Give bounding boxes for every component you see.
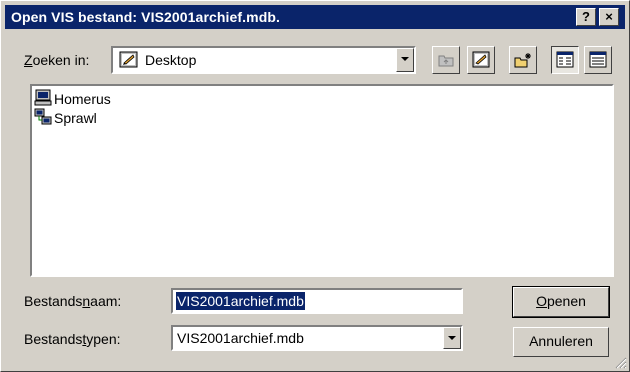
window-title: Open VIS bestand: VIS2001archief.mdb. <box>11 9 281 25</box>
title-bar[interactable]: Open VIS bestand: VIS2001archief.mdb. ? … <box>5 5 625 29</box>
details-view-button[interactable] <box>584 46 612 74</box>
details-view-icon <box>589 51 607 68</box>
desktop-button[interactable] <box>467 46 495 74</box>
file-type-dropdown[interactable]: VIS2001archief.mdb <box>171 325 463 351</box>
new-folder-button[interactable] <box>509 46 537 74</box>
file-name-value: VIS2001archief.mdb <box>176 292 305 310</box>
file-type-label: Bestandstypen: <box>24 331 121 347</box>
list-item[interactable]: Sprawl <box>34 108 97 129</box>
list-view-button[interactable] <box>551 46 579 74</box>
network-neighborhood-icon <box>34 108 52 129</box>
computer-icon <box>34 89 52 110</box>
list-item-label: Homerus <box>54 91 111 107</box>
file-type-value: VIS2001archief.mdb <box>177 330 304 346</box>
resize-grip-icon[interactable] <box>615 357 627 369</box>
list-view-icon <box>556 51 574 68</box>
look-in-label: Zoeken in: <box>24 52 90 68</box>
cancel-button[interactable]: Annuleren <box>513 327 609 357</box>
open-file-dialog: Open VIS bestand: VIS2001archief.mdb. ? … <box>0 0 630 372</box>
file-name-label: Bestandsnaam: <box>24 293 122 309</box>
chevron-down-icon[interactable] <box>396 48 414 72</box>
desktop-icon <box>119 51 139 69</box>
help-button[interactable]: ? <box>576 8 596 26</box>
chevron-down-icon[interactable] <box>443 327 461 349</box>
open-button[interactable]: Openen <box>512 286 610 318</box>
new-folder-icon <box>514 53 531 68</box>
look-in-dropdown[interactable]: Desktop <box>111 46 416 74</box>
folder-up-icon <box>438 55 454 67</box>
up-one-level-button[interactable] <box>432 46 460 74</box>
file-name-input[interactable]: VIS2001archief.mdb <box>171 288 463 314</box>
list-item[interactable]: Homerus <box>34 89 111 110</box>
look-in-value: Desktop <box>145 52 197 68</box>
file-list[interactable]: Homerus Sprawl <box>30 84 614 277</box>
close-button[interactable]: × <box>599 8 619 26</box>
desktop-icon <box>472 51 490 68</box>
list-item-label: Sprawl <box>54 110 97 126</box>
